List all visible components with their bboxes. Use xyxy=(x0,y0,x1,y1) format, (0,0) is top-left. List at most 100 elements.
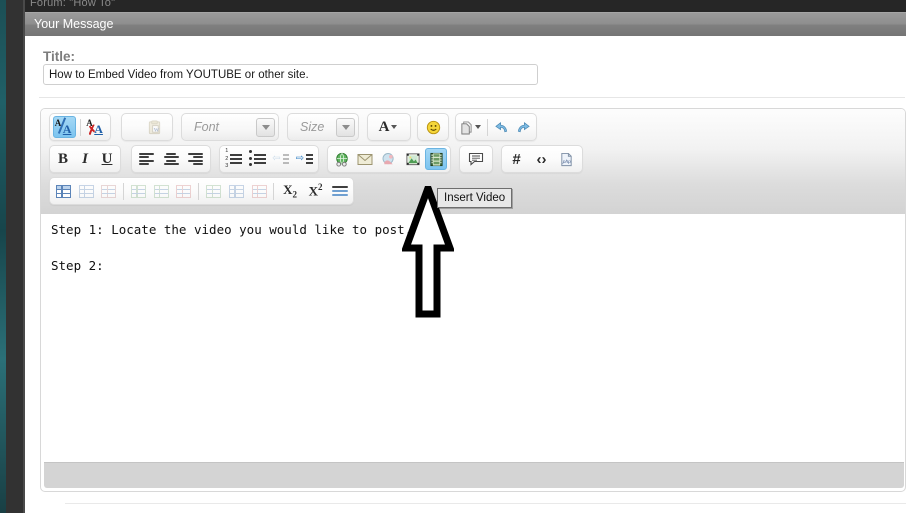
smiley-icon xyxy=(426,120,440,134)
clear-spellcheck-button[interactable]: A ✗ A xyxy=(85,116,107,138)
chevron-down-icon xyxy=(391,125,398,129)
insert-quote-button[interactable] xyxy=(465,148,488,170)
indent-button[interactable]: ⇨ xyxy=(294,148,316,170)
font-family-chevron-down-icon[interactable] xyxy=(256,117,275,137)
toolbar-separator-4 xyxy=(198,182,200,200)
insert-email-button[interactable] xyxy=(355,148,377,170)
bold-button[interactable]: B xyxy=(53,148,73,170)
bold-icon: B xyxy=(57,150,68,167)
paste-from-word-button[interactable]: W xyxy=(143,116,166,138)
insert-column-before-button[interactable] xyxy=(203,180,224,202)
delete-table-button[interactable] xyxy=(98,180,119,202)
tooltip: Insert Video xyxy=(437,188,513,208)
horizontal-rule-icon xyxy=(331,185,348,197)
attach-file-button[interactable] xyxy=(459,116,483,138)
font-family-combo[interactable]: Font xyxy=(181,113,279,141)
message-content-editable[interactable]: Step 1: Locate the video you would like … xyxy=(41,214,905,464)
redo-button[interactable] xyxy=(513,116,533,138)
spellcheck-icon: A A xyxy=(55,116,74,136)
align-center-button[interactable] xyxy=(160,148,183,170)
toolbar-separator xyxy=(79,118,81,136)
font-family-value: Font xyxy=(194,120,220,134)
table-properties-icon xyxy=(78,184,94,198)
panel-header-label: Your Message xyxy=(34,17,114,31)
screenshot-root: Forum: "How To" Your Message Title: A xyxy=(0,0,906,513)
text-color-group: A xyxy=(367,113,411,141)
insert-table-button[interactable] xyxy=(53,180,74,202)
anchor-icon xyxy=(382,152,394,164)
toggle-spellcheck-button[interactable]: A A xyxy=(53,116,76,138)
title-input[interactable] xyxy=(43,64,538,85)
bottom-divider xyxy=(65,503,906,504)
content-line-2: Step 2: xyxy=(51,258,104,273)
column-insert-after-icon xyxy=(228,184,244,198)
attach-undo-group xyxy=(455,113,537,141)
insert-image-button[interactable] xyxy=(402,148,424,170)
toolbar-separator-3 xyxy=(123,182,125,200)
picture-icon xyxy=(405,152,420,165)
font-size-combo[interactable]: Size xyxy=(287,113,359,141)
insert-row-after-button[interactable] xyxy=(151,180,172,202)
section-divider xyxy=(39,97,905,98)
outdent-button[interactable]: ⇦ xyxy=(270,148,292,170)
envelope-icon xyxy=(357,153,373,165)
paste-group: W xyxy=(121,113,173,141)
align-right-icon xyxy=(188,153,204,165)
align-left-button[interactable] xyxy=(135,148,158,170)
insert-column-after-button[interactable] xyxy=(226,180,247,202)
font-size-chevron-down-icon[interactable] xyxy=(336,117,355,137)
insert-video-button[interactable] xyxy=(425,148,448,170)
align-left-icon xyxy=(138,153,154,165)
list-indent-group: 123 ⇦ ⇨ xyxy=(219,145,319,173)
table-delete-icon xyxy=(101,184,117,198)
editor-status-bar xyxy=(44,462,904,488)
delete-row-button[interactable] xyxy=(174,180,195,202)
emoticon-group xyxy=(417,113,449,141)
spellcheck-off-icon: A ✗ A xyxy=(86,118,105,138)
content-line-1: Step 1: Locate the video you would like … xyxy=(51,222,413,237)
insert-emoticon-button[interactable] xyxy=(422,116,445,138)
paperclip-icon xyxy=(461,120,473,134)
indent-icon: ⇨ xyxy=(296,154,313,164)
svg-text:W: W xyxy=(154,127,160,133)
table-icon xyxy=(55,184,71,198)
quote-group xyxy=(459,145,493,173)
align-right-button[interactable] xyxy=(184,148,207,170)
tooltip-label: Insert Video xyxy=(444,192,506,204)
horizontal-rule-button[interactable] xyxy=(329,180,350,202)
redo-arrow-icon xyxy=(518,121,530,132)
undo-button[interactable] xyxy=(492,116,512,138)
top-dark-strip: Forum: "How To" xyxy=(25,0,906,12)
font-size-value: Size xyxy=(300,120,325,134)
insert-anchor-button[interactable] xyxy=(378,148,400,170)
film-strip-icon xyxy=(430,152,443,166)
delete-column-button[interactable] xyxy=(249,180,270,202)
insert-row-before-button[interactable] xyxy=(128,180,149,202)
align-center-icon xyxy=(163,153,179,165)
numbered-list-button[interactable]: 123 xyxy=(223,148,245,170)
superscript-button[interactable]: X2 xyxy=(304,180,327,202)
outdent-icon: ⇦ xyxy=(272,154,290,164)
media-group xyxy=(327,145,451,173)
bulleted-list-button[interactable] xyxy=(247,148,269,170)
underline-button[interactable]: U xyxy=(97,148,117,170)
insert-link-button[interactable] xyxy=(331,148,353,170)
angle-brackets-icon: ‹› xyxy=(536,150,547,168)
breadcrumb: Forum: "How To" xyxy=(30,0,116,9)
text-style-group: B I U xyxy=(49,145,121,173)
toolbar-separator-2 xyxy=(486,118,488,136)
subscript-button[interactable]: X2 xyxy=(278,180,301,202)
table-properties-button[interactable] xyxy=(76,180,97,202)
insert-php-button[interactable]: php xyxy=(555,148,578,170)
speech-bubble-icon xyxy=(468,152,484,166)
text-color-button[interactable]: A xyxy=(371,116,405,138)
hash-icon: # xyxy=(512,150,521,168)
alignment-group xyxy=(131,145,211,173)
left-dark-rail xyxy=(6,0,23,513)
insert-hash-button[interactable]: # xyxy=(505,148,528,170)
svg-text:php: php xyxy=(562,158,571,164)
italic-button[interactable]: I xyxy=(75,148,95,170)
row-delete-icon xyxy=(176,184,192,198)
insert-html-button[interactable]: ‹› xyxy=(530,148,553,170)
code-group: # ‹› php xyxy=(501,145,583,173)
